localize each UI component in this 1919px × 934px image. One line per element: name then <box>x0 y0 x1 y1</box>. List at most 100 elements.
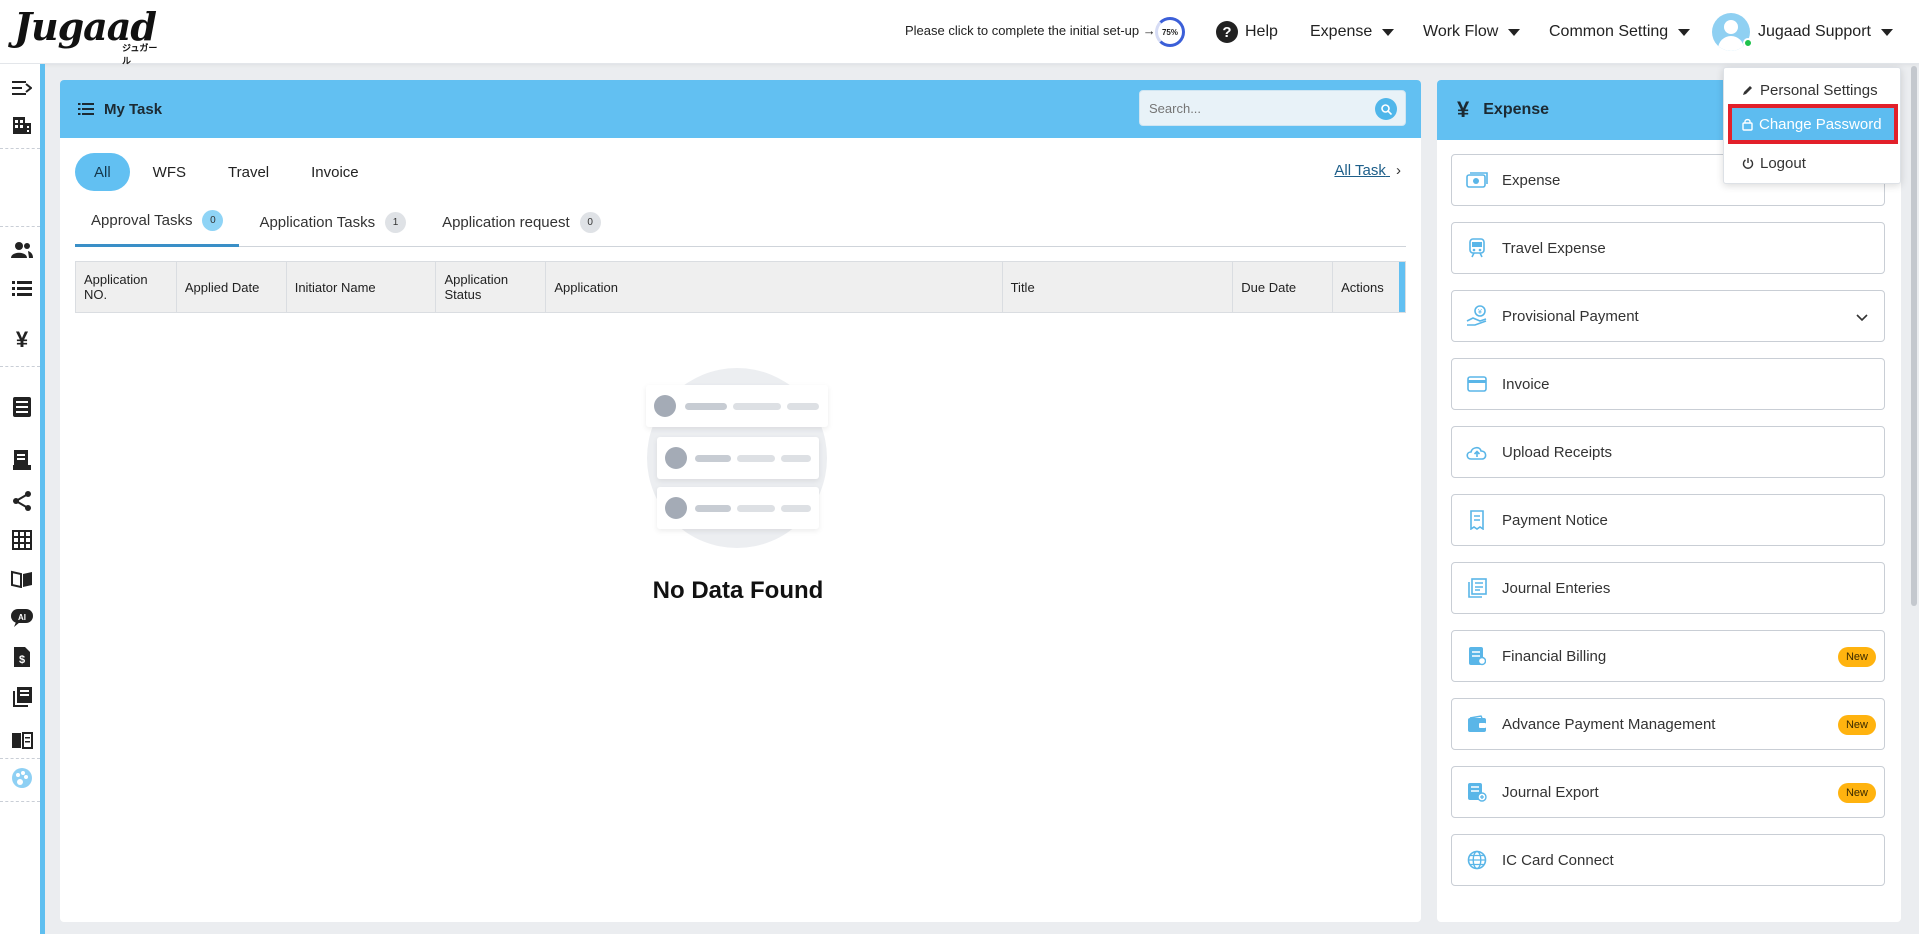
svg-text:¥: ¥ <box>1478 309 1482 316</box>
dollar-document-icon: $ <box>14 647 30 667</box>
tab-application-request[interactable]: Application request 0 <box>426 197 617 247</box>
column-header[interactable]: Applied Date <box>177 262 287 312</box>
expense-item-financial-billing[interactable]: Financial Billing New <box>1451 630 1885 682</box>
sidebar-item-theme[interactable] <box>9 766 35 790</box>
palette-icon <box>12 768 32 788</box>
wallet-icon <box>1466 713 1488 735</box>
sidebar-item-journal[interactable] <box>9 685 35 709</box>
sidebar-item-documents[interactable] <box>9 395 35 419</box>
workflow-menu[interactable]: Work Flow <box>1423 0 1521 64</box>
building-icon <box>13 117 31 134</box>
globe-icon <box>1466 849 1488 871</box>
sidebar-item-company[interactable] <box>9 113 35 137</box>
sidebar-item-guide[interactable] <box>9 728 35 752</box>
expense-item-invoice[interactable]: Invoice <box>1451 358 1885 410</box>
sidebar-item-expense[interactable]: ¥ <box>9 327 35 352</box>
task-table-header: Application NO. Applied Date Initiator N… <box>75 261 1406 313</box>
expense-panel-title: Expense <box>1483 101 1550 118</box>
chevron-down-icon[interactable] <box>1856 309 1868 326</box>
expense-item-upload-receipts[interactable]: Upload Receipts <box>1451 426 1885 478</box>
hand-coins-icon: ¥ <box>1466 305 1488 327</box>
menu-logout[interactable]: Logout <box>1728 147 1898 179</box>
new-badge: New <box>1837 647 1876 667</box>
svg-text:AI: AI <box>18 613 26 622</box>
setup-progress-ring[interactable]: 75% <box>1155 17 1185 47</box>
sidebar-item-list[interactable] <box>9 276 35 300</box>
expense-item-journal-entries[interactable]: Journal Enteries <box>1451 562 1885 614</box>
column-header[interactable]: Title <box>1003 262 1234 312</box>
list-icon <box>12 281 32 296</box>
brand-logo[interactable]: Jugaad ジュガール <box>14 8 164 67</box>
expense-item-payment-notice[interactable]: Payment Notice <box>1451 494 1885 546</box>
new-badge: New <box>1837 783 1876 803</box>
expense-item-label: Journal Export <box>1502 783 1599 801</box>
column-header[interactable]: Initiator Name <box>287 262 437 312</box>
change-password-inner: Change Password <box>1732 108 1894 140</box>
search-button[interactable] <box>1375 98 1397 120</box>
expense-item-advance-payment[interactable]: Advance Payment Management New <box>1451 698 1885 750</box>
expense-item-travel[interactable]: Travel Expense <box>1451 222 1885 274</box>
help-link[interactable]: ? Help <box>1216 0 1278 64</box>
share-icon <box>13 491 31 511</box>
all-task-link[interactable]: All Task › <box>1334 162 1401 179</box>
setup-prompt[interactable]: Please click to complete the initial set… <box>905 23 1156 38</box>
sidebar-item-users[interactable] <box>9 238 35 262</box>
task-filter-group: All WFS Travel Invoice <box>75 153 382 191</box>
expense-item-ic-card[interactable]: IC Card Connect <box>1451 834 1885 886</box>
book-icon <box>12 732 33 749</box>
expense-item-provisional-payment[interactable]: ¥ Provisional Payment <box>1451 290 1885 342</box>
tab-application-tasks[interactable]: Application Tasks 1 <box>243 197 422 247</box>
chevron-right-icon: › <box>1396 162 1401 179</box>
user-dropdown-menu: Personal Settings Change Password Logout <box>1723 67 1901 184</box>
sidebar-item-manual[interactable] <box>9 567 35 591</box>
sidebar-toggle[interactable] <box>9 76 35 100</box>
common-setting-menu[interactable]: Common Setting <box>1549 0 1691 64</box>
expense-item-journal-export[interactable]: Journal Export New <box>1451 766 1885 818</box>
expense-item-label: Expense <box>1502 171 1561 189</box>
sidebar-item-receipts[interactable] <box>9 448 35 472</box>
sidebar-item-billing[interactable]: $ <box>9 645 35 669</box>
task-search-input[interactable] <box>1140 91 1360 125</box>
page-scrollbar[interactable] <box>1911 66 1917 606</box>
workflow-menu-label: Work Flow <box>1423 23 1499 40</box>
user-menu-toggle[interactable]: Jugaad Support <box>1758 0 1893 64</box>
users-icon <box>11 242 33 258</box>
user-name: Jugaad Support <box>1758 23 1871 40</box>
column-header[interactable]: Application NO. <box>76 262 177 312</box>
filter-all[interactable]: All <box>75 153 130 191</box>
setup-progress-value: 75% <box>1161 27 1178 37</box>
book-open-icon <box>11 570 32 588</box>
menu-change-password[interactable]: Change Password <box>1728 104 1898 144</box>
filter-travel[interactable]: Travel <box>209 153 288 191</box>
column-header[interactable]: Application <box>546 262 1003 312</box>
journal-icon <box>1466 577 1488 599</box>
receipt-icon <box>13 450 31 470</box>
caret-down-icon <box>1880 28 1893 36</box>
train-icon <box>1466 237 1488 259</box>
svg-text:$: $ <box>19 654 25 666</box>
expense-item-label: Financial Billing <box>1502 647 1607 665</box>
task-search <box>1139 90 1406 126</box>
help-icon: ? <box>1216 21 1238 43</box>
column-header[interactable]: Due Date <box>1233 262 1334 312</box>
tab-approval-tasks[interactable]: Approval Tasks 0 <box>75 197 240 247</box>
yen-icon: ¥ <box>15 327 29 352</box>
sidebar-item-share[interactable] <box>9 489 35 513</box>
power-icon <box>1742 157 1754 169</box>
card-icon <box>1466 373 1488 395</box>
document-icon <box>13 397 31 417</box>
empty-state-message: No Data Found <box>652 577 824 604</box>
filter-invoice[interactable]: Invoice <box>292 153 378 191</box>
expense-panel: ¥ Expense Expense Travel Expense ¥ Provi… <box>1437 80 1901 922</box>
logo-subtext: ジュガール <box>122 43 158 66</box>
tab-label: Approval Tasks <box>91 212 193 229</box>
filter-wfs[interactable]: WFS <box>134 153 205 191</box>
expense-menu-label: Expense <box>1310 23 1373 40</box>
empty-state-illustration <box>646 368 828 548</box>
column-header[interactable]: Application Status <box>436 262 547 312</box>
sidebar-item-grid[interactable] <box>9 528 35 552</box>
grid-icon <box>12 530 32 550</box>
menu-personal-settings[interactable]: Personal Settings <box>1728 74 1898 106</box>
expense-menu[interactable]: Expense <box>1310 0 1395 64</box>
sidebar-item-ai[interactable]: AI <box>9 606 35 630</box>
